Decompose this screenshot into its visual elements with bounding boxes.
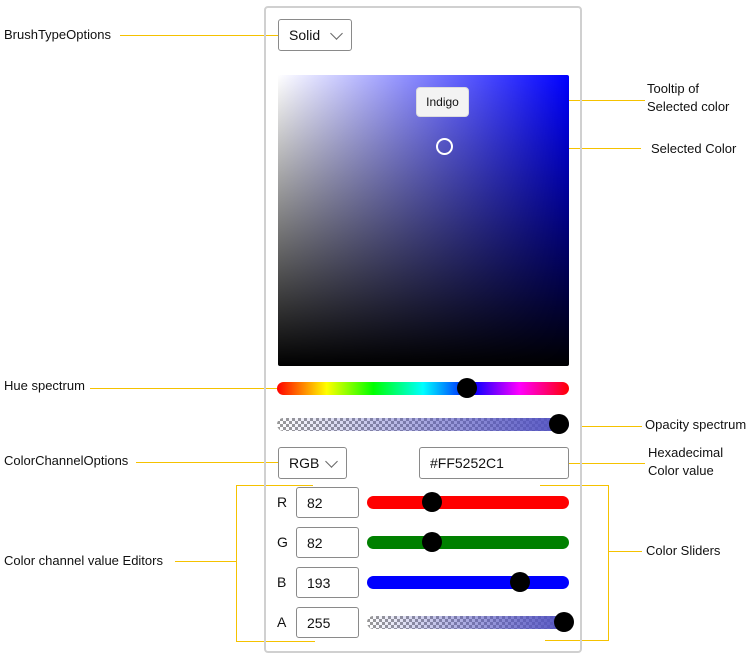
brush-type-value: Solid (289, 27, 321, 43)
channel-value-a: 255 (307, 614, 331, 631)
channel-input-a[interactable]: 255 (296, 607, 359, 638)
channel-input-r[interactable]: 82 (296, 487, 359, 518)
hue-slider[interactable] (277, 378, 569, 398)
color-channel-value: RGB (289, 455, 320, 471)
channel-value-r: 82 (307, 494, 323, 511)
channel-slider-thumb-r[interactable] (421, 492, 442, 512)
hue-slider-thumb[interactable] (456, 378, 477, 398)
chevron-down-icon (325, 455, 338, 468)
hex-value: #FF5252C1 (430, 455, 504, 471)
channel-label-g: G (277, 534, 288, 550)
channel-value-g: 82 (307, 534, 323, 551)
annotation-channel-options: ColorChannelOptions (4, 453, 129, 468)
channel-value-b: 193 (307, 574, 331, 591)
channel-label-b: B (277, 574, 287, 590)
annotation-sliders: Color Sliders (646, 543, 721, 558)
selected-color-tooltip: Indigo (416, 87, 469, 117)
annotation-selected-color: Selected Color (651, 141, 737, 156)
channel-slider-b[interactable] (367, 572, 569, 592)
selected-color-indicator[interactable] (436, 138, 453, 155)
channel-label-a: A (277, 614, 287, 630)
channel-input-g[interactable]: 82 (296, 527, 359, 558)
opacity-slider-thumb[interactable] (549, 414, 569, 434)
channel-slider-thumb-a[interactable] (554, 612, 574, 632)
channel-input-b[interactable]: 193 (296, 567, 359, 598)
channel-label-r: R (277, 494, 288, 510)
color-spectrum[interactable] (278, 75, 569, 366)
annotation-opacity: Opacity spectrum (645, 417, 747, 432)
channel-slider-g[interactable] (367, 532, 569, 552)
annotation-hue: Hue spectrum (4, 378, 85, 393)
channel-slider-thumb-b[interactable] (509, 572, 530, 592)
channel-slider-thumb-g[interactable] (421, 532, 442, 552)
annotation-editors: Color channel value Editors (4, 553, 163, 568)
channel-slider-a[interactable] (367, 612, 574, 632)
brush-type-dropdown[interactable]: Solid (278, 19, 352, 51)
hex-input[interactable]: #FF5252C1 (419, 447, 569, 479)
annotation-tooltip: Tooltip of Selected color (647, 81, 730, 114)
opacity-slider[interactable] (277, 414, 569, 434)
annotation-hex: Hexadecimal Color value (648, 445, 724, 478)
chevron-down-icon (330, 27, 343, 40)
annotation-brush-type: BrushTypeOptions (4, 27, 111, 42)
channel-slider-r[interactable] (367, 492, 569, 512)
color-channel-dropdown[interactable]: RGB (278, 447, 347, 479)
